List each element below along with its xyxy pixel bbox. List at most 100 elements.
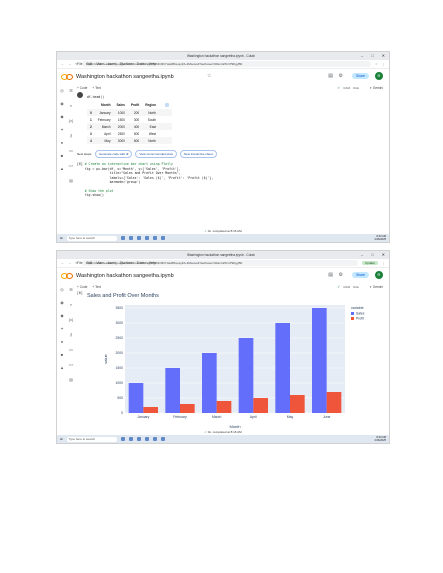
bar-sales[interactable] [312, 308, 327, 413]
interactive-sheet-chip[interactable]: New interactive sheet [180, 150, 217, 159]
taskbar-app-icon[interactable] [120, 437, 125, 441]
files-icon[interactable]: ▭ [69, 347, 73, 352]
menu-insert[interactable]: Insert [108, 261, 116, 265]
gemini-button[interactable]: ✦ Gemini [369, 285, 383, 289]
legend-entry[interactable]: Profit [356, 317, 364, 321]
secrets-icon[interactable]: ⚷ [70, 332, 73, 337]
code-snippets-icon[interactable]: <> [69, 163, 74, 168]
taskbar-search-input[interactable]: Type here to search [66, 235, 117, 241]
add-code-button[interactable]: + Code [77, 285, 87, 289]
menu-edit[interactable]: Edit [86, 261, 92, 265]
sidebar-icon-5[interactable]: ● [61, 339, 63, 344]
close-icon[interactable]: ✕ [382, 53, 385, 58]
browser-tab-title[interactable]: Washington hackathon sangeetha.ipynb - C… [187, 54, 255, 58]
taskbar-app-icon[interactable] [136, 236, 141, 240]
gemini-button[interactable]: ✦ Gemini [369, 86, 383, 90]
bar-profit[interactable] [326, 392, 342, 413]
sidebar-icon-4[interactable]: ✦ [60, 326, 63, 331]
sidebar-icon-2[interactable]: ◉ [60, 101, 64, 106]
bar-sales[interactable] [238, 338, 254, 413]
share-button[interactable]: Share [351, 272, 369, 278]
sidebar-icon-7[interactable]: ▲ [60, 365, 64, 370]
bar-sales[interactable] [165, 368, 180, 413]
taskbar-app-icon[interactable] [120, 236, 125, 240]
bar-sales[interactable] [202, 353, 217, 413]
extensions-icon[interactable]: ⋮ [382, 62, 385, 66]
windows-start-icon[interactable]: ⊞ [60, 437, 63, 441]
add-text-button[interactable]: + Text [92, 285, 101, 289]
run-cell-icon[interactable] [77, 92, 83, 98]
bar-profit[interactable] [180, 404, 195, 413]
star-icon[interactable]: ☆ [375, 62, 378, 66]
taskbar-app-icon[interactable] [136, 437, 141, 441]
extensions-icon[interactable]: ⋮ [382, 261, 385, 265]
avatar[interactable]: R [375, 72, 383, 80]
taskbar-app-icon[interactable] [152, 236, 157, 240]
sidebar-icon-6[interactable]: ■ [61, 352, 63, 357]
sidebar-icon-1[interactable]: ◎ [60, 287, 64, 292]
code-cell[interactable]: [6] # Create an interactive bar chart us… [77, 162, 385, 197]
update-button[interactable]: Update [362, 261, 378, 265]
chart-svg[interactable]: 0 500 1000 1500 2000 2500 3000 3500 January Febru… [87, 299, 387, 431]
menu-view[interactable]: View [96, 62, 103, 66]
legend-swatch[interactable] [351, 312, 354, 315]
sidebar-icon-3[interactable]: ◆ [60, 313, 63, 318]
sidebar-icon-2[interactable]: ◉ [60, 300, 64, 305]
taskbar-app-icon[interactable] [128, 236, 133, 240]
back-icon[interactable]: ← [61, 62, 64, 66]
menu-tools[interactable]: Tools [137, 62, 145, 66]
forward-icon[interactable]: → [68, 261, 71, 265]
forward-icon[interactable]: → [68, 62, 71, 66]
toc-icon[interactable]: ☰ [69, 88, 73, 93]
share-button[interactable]: Share [351, 73, 369, 79]
bar-sales[interactable] [275, 323, 290, 413]
code-snippets-icon[interactable]: <> [69, 362, 74, 367]
legend-entry[interactable]: Sales [356, 312, 365, 316]
generate-code-chip[interactable]: Generate code with df [95, 150, 133, 159]
bar-sales[interactable] [128, 383, 144, 413]
runtime-status[interactable]: ✓ RAM Disk [337, 284, 359, 289]
taskbar-clock[interactable]: 8:40 AM 2/16/2025 [374, 235, 386, 242]
menu-view[interactable]: View [96, 261, 103, 265]
sidebar-icon-6[interactable]: ■ [61, 153, 63, 158]
menu-file[interactable]: File [77, 261, 82, 265]
terminal-icon[interactable]: ▤ [69, 377, 73, 382]
windows-start-icon[interactable]: ⊞ [60, 236, 63, 240]
sidebar-icon-1[interactable]: ◎ [60, 88, 64, 93]
taskbar-app-icon[interactable] [128, 437, 133, 441]
notebook-title[interactable]: Washington hackathon sangeetha.ipynb [76, 74, 174, 80]
avatar[interactable]: R [375, 271, 383, 279]
dataframe-convert-icon[interactable] [165, 102, 170, 107]
runtime-status[interactable]: ✓ RAM Disk [337, 85, 359, 90]
legend-swatch[interactable] [351, 317, 354, 320]
minimize-icon[interactable]: – [361, 252, 363, 257]
sidebar-icon-7[interactable]: ▲ [60, 166, 64, 171]
secrets-icon[interactable]: ⚷ [70, 133, 73, 138]
taskbar-app-icon[interactable] [152, 437, 157, 441]
menu-runtime[interactable]: Runtime [120, 62, 133, 66]
toc-icon[interactable]: ☰ [69, 287, 73, 292]
recommended-plots-chip[interactable]: View recommended plots [135, 150, 178, 159]
taskbar-search-input[interactable]: Type here to search [66, 436, 117, 442]
settings-icon[interactable]: ⚙ [339, 272, 343, 278]
prev-cell-code[interactable]: df.head() [77, 92, 385, 99]
menu-tools[interactable]: Tools [137, 261, 145, 265]
minimize-icon[interactable]: – [361, 53, 363, 58]
search-icon[interactable]: ⌕ [70, 302, 72, 307]
sidebar-icon-4[interactable]: ✦ [60, 127, 63, 132]
comments-icon[interactable]: ▤ [328, 73, 333, 79]
sidebar-icon-3[interactable]: ◆ [60, 114, 63, 119]
bar-profit[interactable] [290, 395, 305, 413]
taskbar-app-icon[interactable] [144, 236, 149, 240]
taskbar-app-icon[interactable] [160, 236, 165, 240]
add-code-button[interactable]: + Code [77, 86, 87, 90]
menu-insert[interactable]: Insert [108, 62, 116, 66]
variables-icon[interactable]: {x} [69, 118, 74, 123]
comments-icon[interactable]: ▤ [328, 272, 333, 278]
taskbar-app-icon[interactable] [160, 437, 165, 441]
plotly-chart[interactable]: Sales and Profit Over Months 0 500 1000 150… [87, 293, 387, 433]
files-icon[interactable]: ▭ [69, 148, 73, 153]
back-icon[interactable]: ← [61, 261, 64, 265]
bar-profit[interactable] [216, 401, 232, 413]
notebook-title[interactable]: Washington hackathon sangeetha.ipynb [76, 273, 174, 279]
